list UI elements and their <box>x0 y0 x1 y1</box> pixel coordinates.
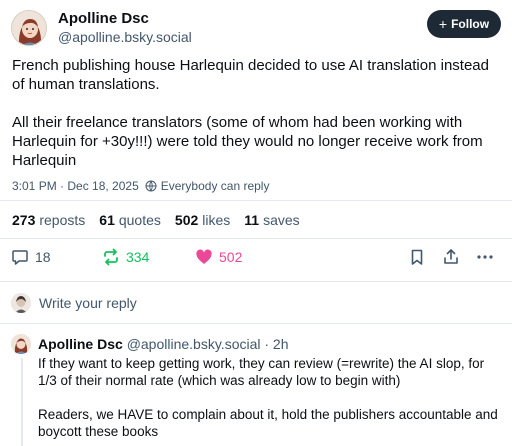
divider <box>0 238 512 239</box>
follow-button[interactable]: + Follow <box>427 10 501 38</box>
reply-icon <box>11 248 29 266</box>
reply-setting-label[interactable]: Everybody can reply <box>161 179 270 193</box>
post-stats: 273 reposts 61 quotes 502 likes 11 saves <box>12 212 300 228</box>
like-button[interactable]: 502 <box>195 248 242 266</box>
divider <box>0 281 512 282</box>
author-name[interactable]: Apolline Dsc <box>58 10 149 27</box>
thread-line <box>21 358 23 446</box>
more-options-button[interactable] <box>476 248 494 266</box>
reply-button[interactable]: 18 <box>11 248 51 266</box>
repost-icon <box>102 248 120 266</box>
repost-count: 334 <box>126 249 150 265</box>
post-paragraph: French publishing house Harlequin decide… <box>12 57 489 93</box>
current-user-avatar <box>11 293 31 313</box>
like-count: 502 <box>219 249 243 265</box>
bookmark-icon <box>408 248 426 266</box>
reply-placeholder: Write your reply <box>39 295 137 311</box>
reply-setting-icon <box>145 180 157 192</box>
reposts-stat[interactable]: 273 reposts <box>12 212 85 228</box>
repost-button[interactable]: 334 <box>102 248 149 266</box>
post-paragraph: All their freelance translators (some of… <box>12 114 483 169</box>
quotes-stat[interactable]: 61 quotes <box>99 212 161 228</box>
post-body: French publishing house Harlequin decide… <box>12 56 502 189</box>
post-header: Apolline Dsc @apolline.bsky.social + Fol… <box>11 10 501 46</box>
bookmark-button[interactable] <box>408 248 426 266</box>
saves-stat[interactable]: 11 saves <box>244 212 299 228</box>
reply-author-handle[interactable]: @apolline.bsky.social <box>127 336 261 352</box>
reply-paragraph: If they want to keep getting work, they … <box>38 356 485 388</box>
avatar-illustration-icon <box>12 11 46 45</box>
heart-icon <box>195 248 213 266</box>
post-meta: 3:01 PM · Dec 18, 2025 Everybody can rep… <box>12 179 269 193</box>
share-button[interactable] <box>442 248 460 266</box>
post-timestamp[interactable]: 3:01 PM · Dec 18, 2025 <box>12 179 139 193</box>
more-icon <box>476 248 494 266</box>
share-icon <box>442 248 460 266</box>
reply-body: If they want to keep getting work, they … <box>38 355 498 446</box>
reply-paragraph: Readers, we HAVE to complain about it, h… <box>38 407 498 439</box>
divider <box>0 200 512 201</box>
reply-count: 18 <box>35 249 51 265</box>
follow-label: Follow <box>451 17 490 31</box>
likes-stat[interactable]: 502 likes <box>175 212 230 228</box>
reply-header: Apolline Dsc @apolline.bsky.social · 2h <box>38 336 289 352</box>
reply-author-avatar[interactable] <box>11 334 31 354</box>
reply-author-name[interactable]: Apolline Dsc <box>38 336 123 352</box>
post-actions: 18 334 502 <box>0 248 512 270</box>
reply-time[interactable]: · 2h <box>264 336 288 352</box>
author-avatar[interactable] <box>11 10 47 46</box>
divider <box>0 323 512 324</box>
reply-compose[interactable]: Write your reply <box>11 292 137 314</box>
author-handle[interactable]: @apolline.bsky.social <box>58 29 192 45</box>
plus-icon: + <box>438 16 448 32</box>
